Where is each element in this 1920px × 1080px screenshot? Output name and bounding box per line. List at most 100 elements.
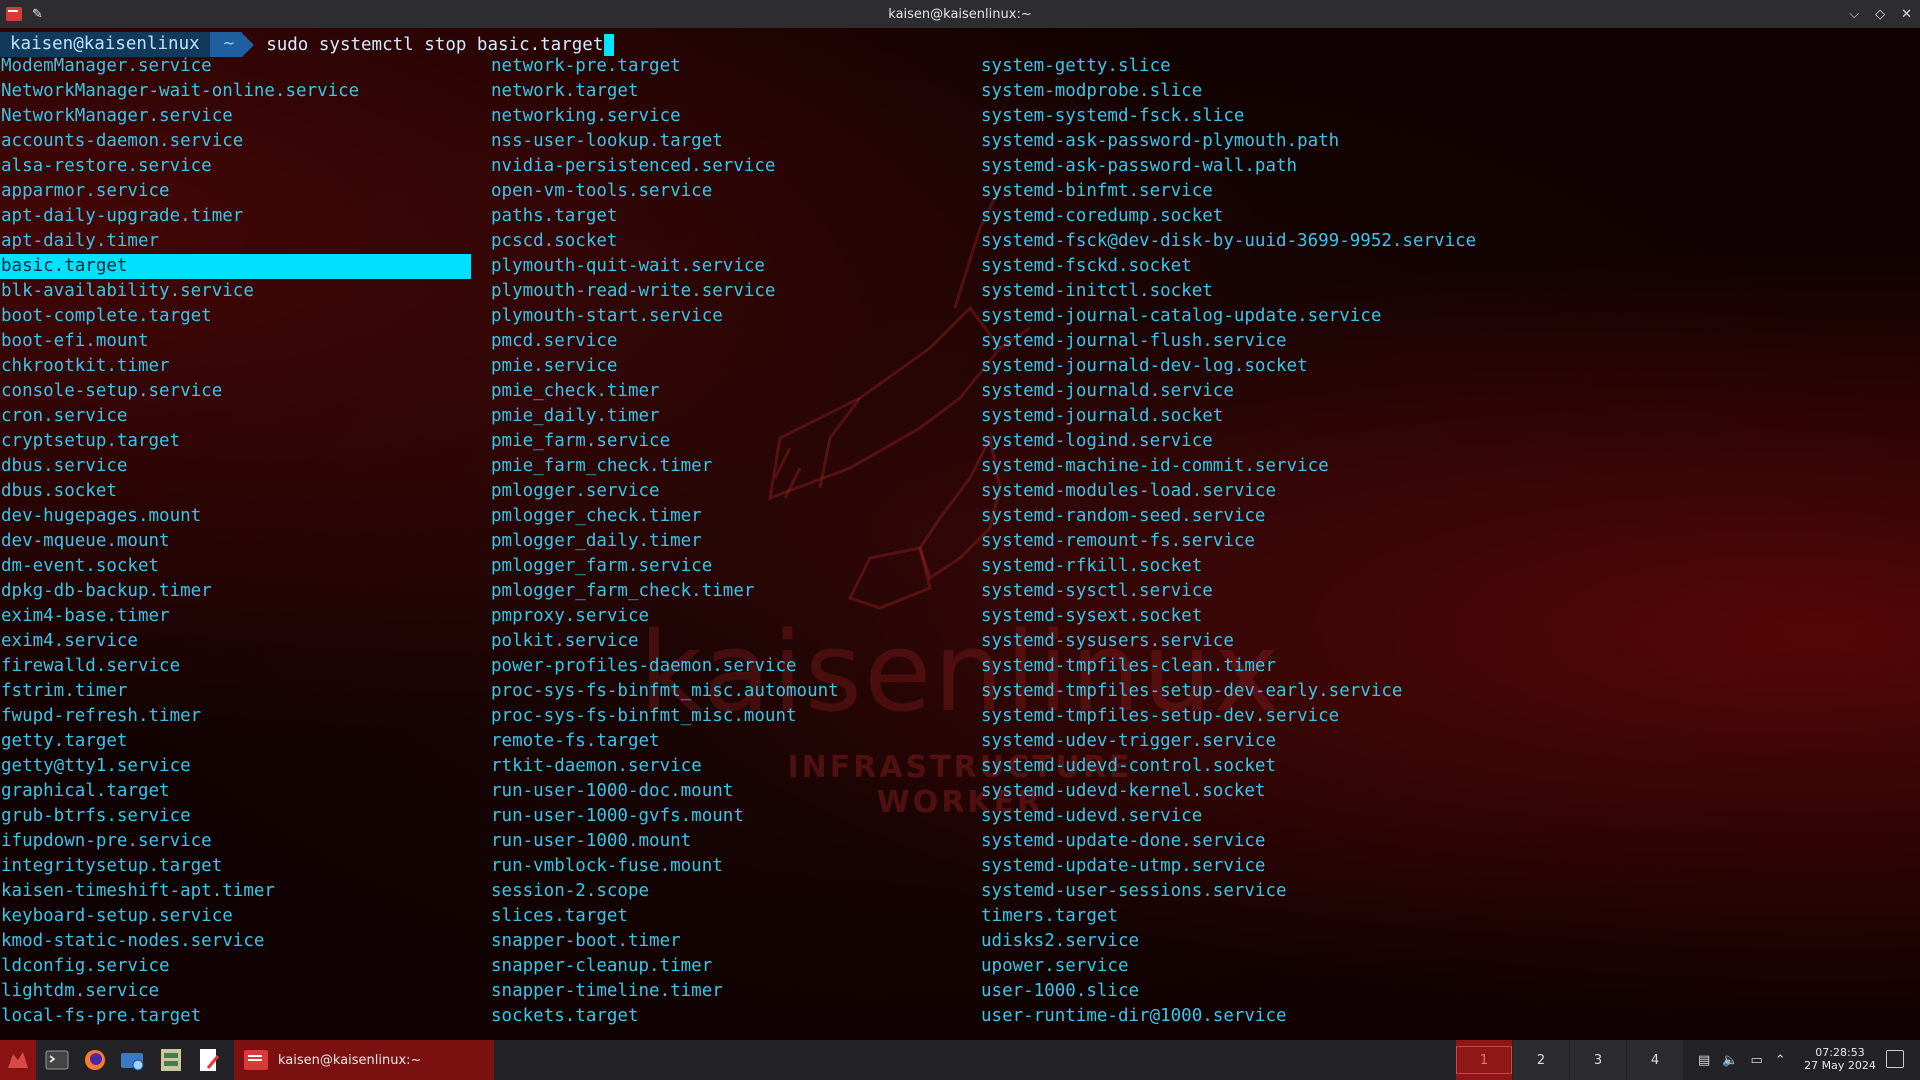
completion-item[interactable]: lightdm.service [0, 979, 471, 1004]
window-titlebar[interactable]: ✎ kaisen@kaisenlinux:~ ⌵ ◇ ✕ [0, 0, 1920, 28]
completion-item[interactable]: open-vm-tools.service [490, 179, 960, 204]
completion-item[interactable]: nvidia-persistenced.service [490, 154, 960, 179]
completion-item[interactable]: network.target [490, 79, 960, 104]
completion-item[interactable]: system-systemd-fsck.slice [980, 104, 1780, 129]
completion-item[interactable]: systemd-machine-id-commit.service [980, 454, 1780, 479]
completion-item[interactable]: ifupdown-pre.service [0, 829, 471, 854]
editor-launcher-button[interactable] [192, 1040, 226, 1080]
completion-item[interactable]: systemd-udevd.service [980, 804, 1780, 829]
completion-item[interactable]: systemd-udev-trigger.service [980, 729, 1780, 754]
pin-icon[interactable]: ✎ [32, 7, 43, 22]
terminal-area[interactable]: kaisenlinux INFRASTRUCTURE WORKER kaisen… [0, 28, 1920, 1040]
completion-item[interactable]: systemd-sysusers.service [980, 629, 1780, 654]
completion-item[interactable]: systemd-modules-load.service [980, 479, 1780, 504]
maximize-icon[interactable]: ◇ [1875, 7, 1885, 22]
completion-item[interactable]: plymouth-quit-wait.service [490, 254, 960, 279]
completion-item[interactable]: systemd-journald.socket [980, 404, 1780, 429]
terminal-app-icon[interactable] [6, 7, 22, 21]
completion-item[interactable]: systemd-random-seed.service [980, 504, 1780, 529]
completion-item[interactable]: accounts-daemon.service [0, 129, 471, 154]
completion-item[interactable]: grub-btrfs.service [0, 804, 471, 829]
completion-item[interactable]: system-getty.slice [980, 54, 1780, 79]
completion-item[interactable]: getty@tty1.service [0, 754, 471, 779]
close-icon[interactable]: ✕ [1901, 7, 1912, 22]
completion-item[interactable]: snapper-timeline.timer [490, 979, 960, 1004]
completion-item[interactable]: pmlogger.service [490, 479, 960, 504]
completion-item[interactable]: remote-fs.target [490, 729, 960, 754]
taskbar-task-terminal[interactable]: kaisen@kaisenlinux:~ [234, 1040, 494, 1080]
completion-item[interactable]: systemd-journald-dev-log.socket [980, 354, 1780, 379]
minimize-icon[interactable]: ⌵ [1849, 7, 1859, 22]
completion-item[interactable]: systemd-tmpfiles-clean.timer [980, 654, 1780, 679]
completion-item[interactable]: exim4.service [0, 629, 471, 654]
completion-item[interactable]: keyboard-setup.service [0, 904, 471, 929]
completion-item[interactable]: pmcd.service [490, 329, 960, 354]
completion-item[interactable]: ModemManager.service [0, 54, 471, 79]
completion-item[interactable]: rtkit-daemon.service [490, 754, 960, 779]
completion-item[interactable]: systemd-update-done.service [980, 829, 1780, 854]
completion-item[interactable]: pmie_daily.timer [490, 404, 960, 429]
completion-item[interactable]: slices.target [490, 904, 960, 929]
completion-item[interactable]: pmproxy.service [490, 604, 960, 629]
completion-item[interactable]: systemd-user-sessions.service [980, 879, 1780, 904]
completion-item[interactable]: graphical.target [0, 779, 471, 804]
volume-icon[interactable]: 🔈 [1722, 1053, 1738, 1068]
completion-item[interactable]: firewalld.service [0, 654, 471, 679]
completion-item[interactable]: kmod-static-nodes.service [0, 929, 471, 954]
completion-item[interactable]: systemd-rfkill.socket [980, 554, 1780, 579]
completion-item[interactable]: dbus.service [0, 454, 471, 479]
completion-item[interactable]: systemd-journal-catalog-update.service [980, 304, 1780, 329]
completion-item[interactable]: boot-efi.mount [0, 329, 471, 354]
workspace-button-1[interactable]: 1 [1456, 1040, 1512, 1080]
completion-item[interactable]: dbus.socket [0, 479, 471, 504]
completion-item[interactable]: apparmor.service [0, 179, 471, 204]
show-desktop-icon[interactable] [1886, 1050, 1904, 1068]
completion-item[interactable]: ldconfig.service [0, 954, 471, 979]
completion-item[interactable]: pmlogger_farm_check.timer [490, 579, 960, 604]
completion-item[interactable]: systemd-initctl.socket [980, 279, 1780, 304]
completion-item[interactable]: systemd-coredump.socket [980, 204, 1780, 229]
workspace-button-3[interactable]: 3 [1570, 1040, 1626, 1080]
completion-item[interactable]: timers.target [980, 904, 1780, 929]
files-launcher-button[interactable] [154, 1040, 188, 1080]
completion-item[interactable]: plymouth-start.service [490, 304, 960, 329]
completion-item[interactable]: console-setup.service [0, 379, 471, 404]
completion-item[interactable]: systemd-tmpfiles-setup-dev-early.service [980, 679, 1780, 704]
chevron-up-icon[interactable]: ⌃ [1775, 1053, 1786, 1068]
completion-item[interactable]: run-vmblock-fuse.mount [490, 854, 960, 879]
completion-item[interactable]: fwupd-refresh.timer [0, 704, 471, 729]
completion-item[interactable]: systemd-fsck@dev-disk-by-uuid-3699-9952.… [980, 229, 1780, 254]
completion-item[interactable]: systemd-logind.service [980, 429, 1780, 454]
completion-item[interactable]: systemd-tmpfiles-setup-dev.service [980, 704, 1780, 729]
completion-item[interactable]: networking.service [490, 104, 960, 129]
completion-item[interactable]: run-user-1000.mount [490, 829, 960, 854]
completion-item[interactable]: apt-daily.timer [0, 229, 471, 254]
completion-item[interactable]: sockets.target [490, 1004, 960, 1029]
completion-item[interactable]: pmie_farm.service [490, 429, 960, 454]
completion-item[interactable]: fstrim.timer [0, 679, 471, 704]
completion-item[interactable]: systemd-ask-password-plymouth.path [980, 129, 1780, 154]
start-menu-button[interactable] [0, 1040, 36, 1080]
completion-item[interactable]: systemd-udevd-kernel.socket [980, 779, 1780, 804]
clipboard-icon[interactable]: ▤ [1698, 1053, 1710, 1068]
completion-item[interactable]: getty.target [0, 729, 471, 754]
completion-item[interactable]: NetworkManager-wait-online.service [0, 79, 471, 104]
clock[interactable]: 07:28:53 27 May 2024 [1804, 1046, 1876, 1072]
completion-item[interactable]: systemd-udevd-control.socket [980, 754, 1780, 779]
completion-item[interactable]: paths.target [490, 204, 960, 229]
completion-item[interactable]: upower.service [980, 954, 1780, 979]
completion-item[interactable]: network-pre.target [490, 54, 960, 79]
completion-item[interactable]: systemd-journald.service [980, 379, 1780, 404]
completion-item[interactable]: polkit.service [490, 629, 960, 654]
completion-item[interactable]: pmlogger_farm.service [490, 554, 960, 579]
completion-item[interactable]: systemd-ask-password-wall.path [980, 154, 1780, 179]
completion-item[interactable]: pmlogger_daily.timer [490, 529, 960, 554]
completion-item[interactable]: snapper-cleanup.timer [490, 954, 960, 979]
firefox-launcher-button[interactable] [78, 1040, 112, 1080]
workspace-button-4[interactable]: 4 [1627, 1040, 1683, 1080]
completion-item[interactable]: blk-availability.service [0, 279, 471, 304]
completion-item[interactable]: chkrootkit.timer [0, 354, 471, 379]
completion-item[interactable]: system-modprobe.slice [980, 79, 1780, 104]
completion-item[interactable]: systemd-journal-flush.service [980, 329, 1780, 354]
completion-item[interactable]: dm-event.socket [0, 554, 471, 579]
